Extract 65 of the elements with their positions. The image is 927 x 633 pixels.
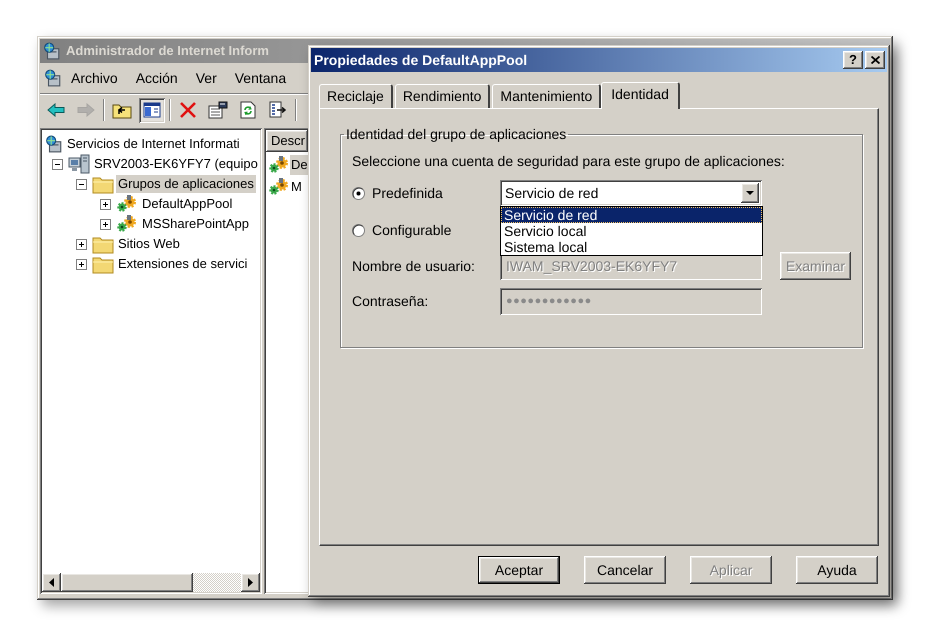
dialog-button[interactable]: Cancelar — [584, 556, 666, 584]
tab[interactable]: Mantenimiento — [492, 84, 602, 108]
scroll-right-button[interactable] — [241, 573, 260, 592]
list-item[interactable]: De — [290, 155, 309, 175]
window-title: Administrador de Internet Inform — [66, 42, 269, 60]
dropdown-arrow-button[interactable] — [741, 183, 759, 203]
tab[interactable]: Identidad — [601, 82, 680, 109]
tree-pane-icon — [143, 102, 161, 118]
close-button[interactable] — [865, 51, 885, 69]
help-button[interactable]: ? — [843, 51, 863, 69]
expand-toggle-icon[interactable] — [76, 238, 87, 250]
column-header[interactable]: Descr — [266, 130, 308, 152]
menu-item[interactable]: Ventana — [226, 68, 296, 88]
tree-item[interactable]: MSSharePointApp — [140, 215, 251, 233]
services-icon — [45, 135, 63, 153]
dialog-title: Propiedades de DefaultAppPool — [314, 50, 528, 70]
gears-icon — [268, 177, 290, 197]
export-list-icon — [269, 101, 287, 119]
properties-icon — [208, 101, 228, 119]
refresh-icon — [239, 101, 257, 119]
right-arrow-icon — [248, 578, 253, 587]
radio-option[interactable]: Predefinida — [352, 182, 500, 204]
tree-item[interactable]: Sitios Web — [116, 235, 182, 253]
expand-toggle-icon[interactable] — [100, 218, 111, 230]
close-icon — [870, 56, 880, 64]
dropdown-option[interactable]: Servicio de red — [501, 207, 762, 223]
collapse-toggle-icon[interactable] — [76, 178, 87, 190]
account-dropdown[interactable]: Servicio de red — [500, 180, 762, 206]
delete-x-icon — [179, 101, 197, 119]
tree-item[interactable]: SRV2003-EK6YFY7 (equipo — [92, 155, 260, 173]
gears-icon — [268, 155, 290, 175]
expand-toggle-icon[interactable] — [76, 258, 87, 270]
radio-option[interactable]: Configurable — [352, 220, 452, 241]
menu-item[interactable]: Archivo — [62, 68, 127, 88]
tab[interactable]: Rendimiento — [394, 84, 490, 108]
console-icon — [44, 69, 62, 87]
tree-item[interactable]: DefaultAppPool — [140, 195, 234, 213]
menu-item[interactable]: Ver — [186, 68, 226, 88]
instruction-text: Seleccione una cuenta de seguridad para este grupo de aplicaciones: — [352, 153, 786, 170]
server-computer-icon — [68, 154, 90, 174]
toolbar-button[interactable] — [139, 98, 165, 122]
group-title: Identidad del grupo de aplicaciones — [345, 126, 568, 143]
field-label: Nombre de usuario: — [352, 256, 476, 276]
gears-icon — [116, 214, 138, 234]
console-icon — [43, 42, 61, 60]
back-arrow-icon — [47, 103, 65, 117]
menu-item[interactable]: Acción — [126, 68, 187, 88]
field-label: Contraseña: — [352, 292, 430, 311]
gears-icon — [116, 194, 138, 214]
dialog-button[interactable]: Ayuda — [796, 556, 878, 584]
tree-item[interactable]: Grupos de aplicaciones — [116, 175, 256, 193]
scrollbar-thumb[interactable] — [61, 573, 193, 592]
scroll-left-button[interactable] — [42, 573, 61, 592]
dialog-button[interactable]: Aceptar — [478, 556, 560, 584]
dropdown-arrow-icon — [746, 191, 754, 195]
left-arrow-icon — [49, 578, 54, 587]
tree-item[interactable]: Extensiones de servici — [116, 255, 250, 273]
expand-toggle-icon[interactable] — [100, 198, 111, 210]
dropdown-option[interactable]: Sistema local — [501, 239, 762, 255]
list-item[interactable]: M — [290, 177, 303, 197]
dropdown-option[interactable]: Servicio local — [501, 223, 762, 239]
tree-item[interactable]: Servicios de Internet Informati — [65, 135, 242, 153]
tab[interactable]: Reciclaje — [319, 84, 393, 108]
collapse-toggle-icon[interactable] — [52, 158, 63, 170]
forward-arrow-icon — [77, 103, 95, 117]
